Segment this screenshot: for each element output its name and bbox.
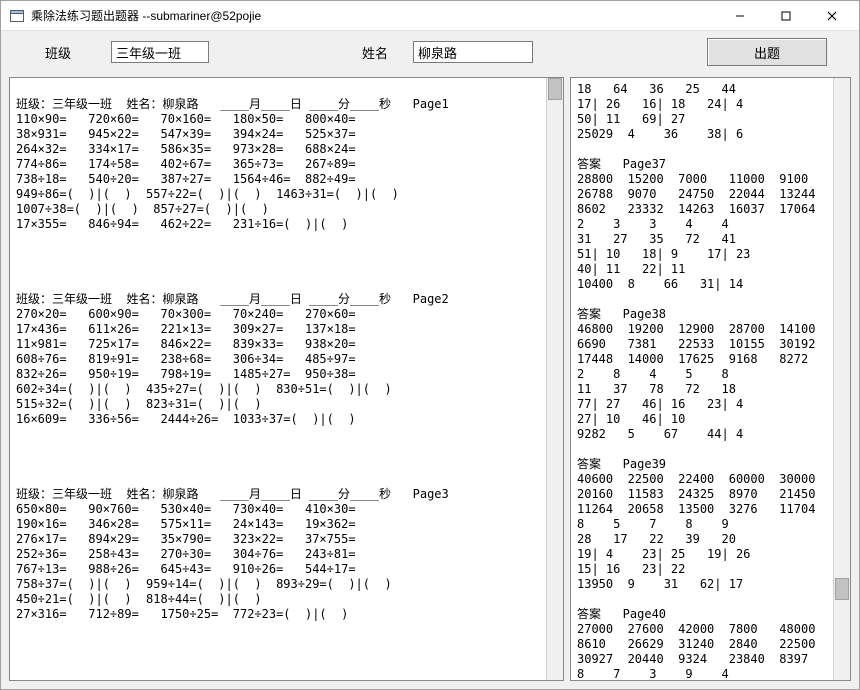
name-input[interactable]: [413, 41, 533, 63]
left-scrollbar[interactable]: [546, 78, 563, 680]
generate-button-label: 出题: [754, 43, 780, 62]
questions-text: 班级：三年级一班 姓名：柳泉路 ____月____日 ____分____秒 Pa…: [10, 78, 563, 680]
minimize-button[interactable]: [717, 1, 763, 31]
titlebar: 乘除法练习题出题器 --submariner@52pojie: [1, 1, 859, 31]
class-label: 班级: [13, 43, 103, 62]
window-title: 乘除法练习题出题器 --submariner@52pojie: [31, 7, 261, 24]
class-input[interactable]: [111, 41, 209, 63]
left-scroll-thumb[interactable]: [548, 78, 562, 100]
right-scroll-thumb[interactable]: [835, 578, 849, 600]
close-button[interactable]: [809, 1, 855, 31]
maximize-button[interactable]: [763, 1, 809, 31]
answers-text: 18 64 36 25 44 17| 26 16| 18 24| 4 50| 1…: [571, 78, 850, 680]
answers-panel: 18 64 36 25 44 17| 26 16| 18 24| 4 50| 1…: [570, 77, 851, 681]
content-area: 班级：三年级一班 姓名：柳泉路 ____月____日 ____分____秒 Pa…: [1, 73, 859, 689]
right-scrollbar[interactable]: [833, 78, 850, 680]
name-label: 姓名: [345, 43, 405, 62]
app-window: 乘除法练习题出题器 --submariner@52pojie 班级 姓名 出题 …: [0, 0, 860, 690]
generate-button[interactable]: 出题: [707, 38, 827, 66]
questions-panel: 班级：三年级一班 姓名：柳泉路 ____月____日 ____分____秒 Pa…: [9, 77, 564, 681]
toolbar: 班级 姓名 出题: [1, 31, 859, 73]
app-icon: [9, 9, 25, 23]
